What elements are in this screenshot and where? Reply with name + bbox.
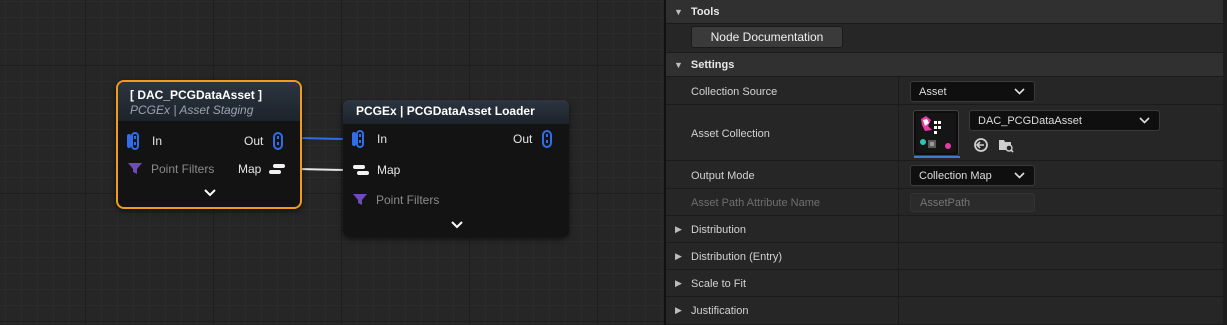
pin-point-filters[interactable]: Point Filters bbox=[128, 162, 214, 176]
column-divider bbox=[898, 77, 899, 104]
output-mode-dropdown[interactable]: Collection Map bbox=[910, 165, 1035, 186]
row-collection-source: Collection Source Asset bbox=[666, 77, 1227, 105]
pin-in[interactable]: In bbox=[126, 132, 162, 150]
chevron-down-icon bbox=[1139, 117, 1150, 124]
collapse-triangle-icon: ▼ bbox=[674, 6, 683, 17]
category-settings[interactable]: ▼ Settings bbox=[666, 53, 1227, 77]
group-justification[interactable]: ▶ Justification bbox=[666, 297, 1227, 325]
map-pin-icon bbox=[269, 164, 286, 174]
pin-label: In bbox=[377, 132, 388, 146]
filter-pin-icon bbox=[353, 194, 367, 205]
expand-chevron-icon[interactable] bbox=[204, 186, 216, 200]
pin-label: Point Filters bbox=[151, 162, 215, 176]
column-divider bbox=[898, 161, 899, 188]
category-label: Settings bbox=[690, 58, 735, 71]
point-data-pin-icon bbox=[542, 130, 553, 148]
group-scale-to-fit[interactable]: ▶ Scale to Fit bbox=[666, 270, 1227, 297]
graph-canvas[interactable]: [ DAC_PCGDataAsset ] PCGEx | Asset Stagi… bbox=[0, 0, 664, 325]
row-output-mode: Output Mode Collection Map bbox=[666, 161, 1227, 189]
tools-row: Node Documentation bbox=[666, 24, 1227, 53]
pcg-editor: [ DAC_PCGDataAsset ] PCGEx | Asset Stagi… bbox=[0, 0, 1227, 325]
point-data-pin-icon bbox=[127, 132, 139, 150]
property-label: Asset Path Attribute Name bbox=[691, 197, 821, 209]
data-asset-collection-icon bbox=[916, 113, 956, 153]
expand-triangle-icon: ▶ bbox=[675, 278, 682, 288]
pin-map[interactable]: Map bbox=[353, 163, 400, 177]
node-subtitle: PCGEx | Asset Staging bbox=[130, 103, 254, 117]
row-asset-collection: Asset Collection DAC_PCGDataAsset bbox=[666, 105, 1227, 161]
pin-label: Map bbox=[377, 163, 401, 177]
column-divider bbox=[898, 216, 899, 242]
group-label: Scale to Fit bbox=[691, 278, 747, 290]
column-divider bbox=[898, 189, 899, 215]
node-title: [ DAC_PCGDataAsset ] bbox=[130, 88, 263, 102]
pin-label: Out bbox=[513, 132, 533, 146]
dropdown-value: DAC_PCGDataAsset bbox=[978, 114, 1082, 127]
asset-type-color-bar bbox=[914, 156, 960, 158]
pin-point-filters[interactable]: Point Filters bbox=[353, 193, 439, 207]
group-distribution[interactable]: ▶ Distribution bbox=[666, 216, 1227, 243]
property-label: Output Mode bbox=[691, 170, 755, 182]
property-label: Asset Collection bbox=[691, 128, 770, 140]
column-divider bbox=[898, 270, 899, 296]
column-divider bbox=[898, 105, 899, 160]
chevron-down-icon bbox=[1014, 172, 1025, 179]
node-header: [ DAC_PCGDataAsset ] PCGEx | Asset Stagi… bbox=[118, 82, 300, 121]
node-header: PCGEx | PCGDataAsset Loader bbox=[343, 100, 569, 124]
map-pin-icon bbox=[353, 165, 369, 175]
expand-triangle-icon: ▶ bbox=[675, 251, 682, 261]
pin-label: In bbox=[152, 134, 163, 148]
group-label: Justification bbox=[691, 305, 749, 317]
details-panel: ▼ Tools Node Documentation ▼ Settings Co… bbox=[664, 0, 1227, 325]
property-label: Collection Source bbox=[691, 86, 778, 98]
scrollbar-track[interactable] bbox=[1223, 0, 1227, 325]
point-data-pin-icon bbox=[352, 130, 364, 148]
expand-triangle-icon: ▶ bbox=[675, 224, 682, 234]
browse-asset-icon[interactable] bbox=[998, 137, 1014, 153]
use-selected-asset-icon[interactable] bbox=[973, 137, 989, 153]
node-pcgdataasset-loader[interactable]: PCGEx | PCGDataAsset Loader In Out Map P… bbox=[343, 100, 569, 237]
group-label: Distribution bbox=[691, 224, 747, 236]
pin-in[interactable]: In bbox=[351, 130, 387, 148]
expand-chevron-icon[interactable] bbox=[451, 218, 463, 232]
pin-label: Point Filters bbox=[376, 193, 440, 207]
pin-out[interactable]: Out bbox=[244, 132, 285, 150]
collection-source-dropdown[interactable]: Asset bbox=[910, 81, 1035, 102]
point-data-pin-icon bbox=[273, 132, 284, 150]
column-divider bbox=[898, 297, 899, 324]
pin-map[interactable]: Map bbox=[238, 162, 286, 176]
dropdown-value: Collection Map bbox=[919, 169, 992, 182]
dropdown-value: Asset bbox=[919, 85, 947, 98]
node-documentation-button[interactable]: Node Documentation bbox=[691, 26, 843, 48]
chevron-down-icon bbox=[1014, 88, 1025, 95]
node-asset-staging[interactable]: [ DAC_PCGDataAsset ] PCGEx | Asset Stagi… bbox=[116, 80, 302, 209]
expand-triangle-icon: ▶ bbox=[675, 305, 682, 315]
pin-out[interactable]: Out bbox=[513, 130, 554, 148]
group-label: Distribution (Entry) bbox=[691, 251, 783, 263]
group-distribution-entry[interactable]: ▶ Distribution (Entry) bbox=[666, 243, 1227, 270]
asset-path-attribute-input[interactable] bbox=[910, 193, 1035, 212]
collapse-triangle-icon: ▼ bbox=[674, 59, 683, 70]
row-asset-path-attribute-name: Asset Path Attribute Name bbox=[666, 189, 1227, 216]
asset-collection-picker[interactable]: DAC_PCGDataAsset bbox=[969, 110, 1160, 131]
category-tools[interactable]: ▼ Tools bbox=[666, 0, 1227, 24]
category-label: Tools bbox=[690, 5, 720, 18]
pin-label: Out bbox=[244, 134, 264, 148]
pin-label: Map bbox=[238, 162, 262, 176]
asset-thumbnail[interactable] bbox=[913, 110, 960, 158]
node-title: PCGEx | PCGDataAsset Loader bbox=[356, 104, 535, 118]
column-divider bbox=[898, 243, 899, 269]
filter-pin-icon bbox=[128, 163, 142, 174]
